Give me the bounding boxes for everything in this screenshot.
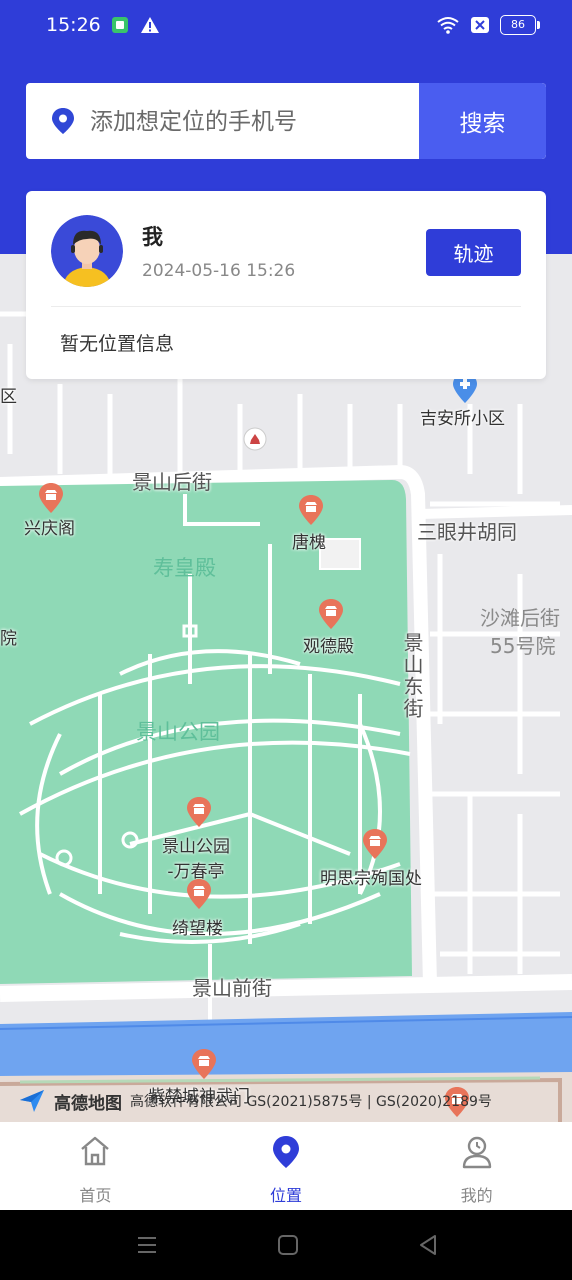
map-label-edge-yuan: 院 xyxy=(0,629,17,649)
map-label-mingsi-zong[interactable]: 明思宗殉国处 xyxy=(320,864,422,889)
map-label-shouhuang-dian[interactable]: 寿皇殿 xyxy=(153,552,216,582)
phone-search-input[interactable] xyxy=(88,83,422,159)
system-nav-bar xyxy=(0,1210,572,1280)
map-view[interactable]: 区 吉安所小区 景山后街 兴庆阁 唐槐 三眼井胡同 寿皇殿 观德殿 院 沙滩后街… xyxy=(0,254,572,1122)
map-label-shatan-hou-jie[interactable]: 沙滩后街 xyxy=(480,602,560,631)
nav-label-profile: 我的 xyxy=(460,1186,493,1205)
status-bar: 15:26 86 xyxy=(0,0,572,52)
battery-level: 86 xyxy=(511,18,525,31)
avatar xyxy=(51,215,123,287)
map-copyright-text: 高德软件有限公司 GS(2021)5875号 | GS(2020)2189号 xyxy=(130,1094,492,1110)
map-label-xingqing-ge[interactable]: 兴庆阁 xyxy=(24,514,75,539)
map-label-tang-huai[interactable]: 唐槐 xyxy=(292,528,326,553)
status-left-icons xyxy=(110,15,160,35)
last-update-time: 2024-05-16 15:26 xyxy=(142,261,296,281)
nav-item-profile[interactable]: 我的 xyxy=(381,1122,572,1210)
map-label-jingshan-houjie[interactable]: 景山后街 xyxy=(132,466,212,495)
wifi-icon xyxy=(437,17,459,34)
temple-poi-icon[interactable] xyxy=(191,1048,217,1080)
search-bar: 搜索 xyxy=(26,83,546,159)
location-pin-icon xyxy=(273,1136,299,1168)
amap-logo-text: 高德地图 xyxy=(54,1093,122,1114)
map-label-qiwang-lou[interactable]: 绮望楼 xyxy=(172,914,223,939)
map-attribution: 高德地图 高德软件有限公司 GS(2021)5875号 | GS(2020)21… xyxy=(18,1086,492,1116)
amap-logo-icon xyxy=(20,1090,44,1112)
search-button[interactable]: 搜索 xyxy=(419,83,546,159)
no-sim-icon xyxy=(471,17,489,33)
landmark-poi-icon[interactable] xyxy=(242,426,268,458)
map-label-edge-qu: 区 xyxy=(0,387,17,407)
map-label-wanchun-ting[interactable]: 景山公园 -万春亭 xyxy=(162,832,230,882)
warning-icon xyxy=(141,17,159,33)
map-label-jingshan-park[interactable]: 景山公园 xyxy=(136,716,220,746)
temple-poi-icon[interactable] xyxy=(318,598,344,630)
map-label-san-yanjing-hutong[interactable]: 三眼井胡同 xyxy=(417,516,517,545)
temple-poi-icon[interactable] xyxy=(362,828,388,860)
map-label-jian-suo-xiaoqu[interactable]: 吉安所小区 xyxy=(420,404,505,429)
temple-poi-icon[interactable] xyxy=(38,482,64,514)
location-pin-icon xyxy=(52,108,74,134)
card-divider xyxy=(51,306,521,307)
user-name: 我 xyxy=(142,225,163,249)
home-icon xyxy=(81,1136,110,1166)
nav-item-home[interactable]: 首页 xyxy=(0,1122,191,1210)
temple-poi-icon[interactable] xyxy=(186,878,212,910)
avatar-icon xyxy=(51,215,123,287)
map-label-jingshan-dongjie[interactable]: 景山东街 xyxy=(398,632,427,720)
nav-label-home: 首页 xyxy=(79,1186,112,1205)
status-time: 15:26 xyxy=(46,14,101,36)
track-button[interactable]: 轨迹 xyxy=(426,229,521,276)
menu-icon[interactable] xyxy=(136,1234,158,1256)
user-location-card: 我 2024-05-16 15:26 轨迹 暂无位置信息 xyxy=(26,191,546,379)
nav-item-location[interactable]: 位置 xyxy=(191,1122,382,1210)
back-icon[interactable] xyxy=(417,1234,439,1256)
home-button-icon[interactable] xyxy=(277,1234,299,1256)
battery-icon: 86 xyxy=(500,15,540,35)
map-background xyxy=(0,254,572,1122)
map-label-jingshan-qianjie[interactable]: 景山前街 xyxy=(192,972,272,1001)
location-status-text: 暂无位置信息 xyxy=(60,333,175,355)
bottom-nav: 首页 位置 我的 xyxy=(0,1122,572,1210)
notification-app-icon xyxy=(112,17,128,33)
nav-label-location: 位置 xyxy=(270,1186,303,1205)
map-label-guande-dian[interactable]: 观德殿 xyxy=(303,632,354,657)
map-label-no-55-courtyard[interactable]: 55号院 xyxy=(490,630,555,659)
profile-icon xyxy=(462,1136,491,1169)
temple-poi-icon[interactable] xyxy=(186,796,212,828)
status-right-icons: 86 xyxy=(436,15,540,35)
temple-poi-icon[interactable] xyxy=(298,494,324,526)
